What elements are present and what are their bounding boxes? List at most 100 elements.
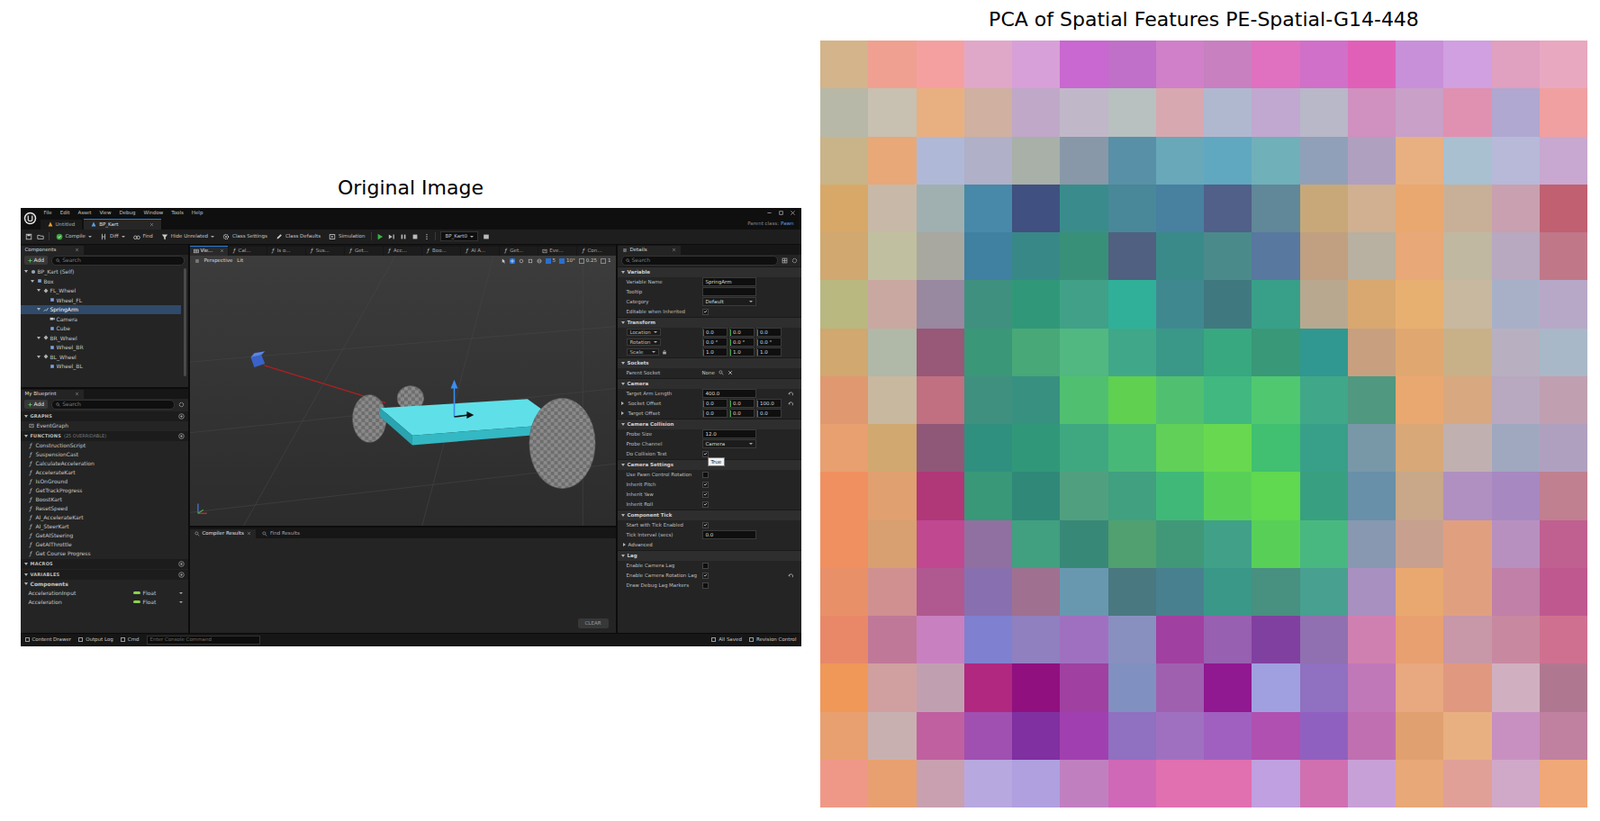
scale-icon[interactable] [527, 258, 534, 264]
toolbar-button[interactable]: Hide Unrelated [159, 233, 217, 241]
more-options-icon[interactable] [423, 233, 431, 241]
blueprint-item[interactable]: ƒCalculateAcceleration [20, 459, 189, 469]
vector-component[interactable]: 0.0 [729, 398, 755, 408]
vector-component[interactable]: 0.0 [756, 408, 782, 418]
blueprint-item[interactable]: ƒGetAIThrottle [20, 540, 189, 550]
close-tab-icon[interactable] [671, 247, 677, 253]
checkbox[interactable] [702, 491, 709, 498]
expander-icon[interactable] [621, 321, 625, 325]
advanced-group[interactable]: Advanced [617, 542, 653, 549]
vector-component[interactable]: 0.0 [702, 408, 728, 418]
snap-setting[interactable]: 0.25 [578, 257, 597, 264]
status-bar-button[interactable]: Revision Control [749, 636, 797, 643]
section-header[interactable]: MACROS [20, 559, 189, 570]
viewport[interactable]: PerspectiveLit510°0.251 [189, 255, 616, 526]
table-view-icon[interactable] [781, 257, 788, 264]
dropdown-field[interactable]: Camera [702, 439, 757, 449]
expander-icon[interactable] [24, 573, 28, 577]
search-field[interactable]: Search [51, 255, 184, 266]
components-tab[interactable]: Components [20, 245, 84, 255]
browse-icon[interactable] [36, 233, 45, 241]
debug-object-dropdown[interactable]: BP_Kart0 [440, 231, 479, 242]
gear-icon[interactable] [178, 401, 185, 408]
status-bar-button[interactable]: Output Log [78, 636, 114, 643]
checkbox[interactable] [702, 471, 709, 479]
blueprint-item[interactable]: AccelerationInputFloat [20, 588, 189, 598]
toolbar-button[interactable]: Class Settings [220, 233, 270, 241]
blueprint-item[interactable]: Components [20, 579, 189, 589]
gear-icon[interactable] [791, 257, 798, 264]
snap-toggle-icon[interactable] [600, 258, 606, 264]
search-field[interactable]: Search [621, 255, 778, 266]
expander-icon[interactable] [24, 415, 28, 418]
expander-icon[interactable] [621, 514, 625, 517]
add-plus-icon[interactable] [178, 571, 185, 579]
graph-tab[interactable]: Vie... [189, 245, 228, 256]
tree-item[interactable]: SpringArm [20, 305, 181, 316]
expander-icon[interactable] [621, 401, 624, 406]
pause-icon[interactable] [399, 233, 407, 241]
graph-tab[interactable]: ƒCal... [228, 246, 267, 256]
stop-icon[interactable] [411, 233, 419, 241]
section-header[interactable]: Variable [617, 266, 802, 278]
expander-icon[interactable] [623, 542, 626, 547]
restore-icon[interactable] [777, 209, 785, 217]
graph-tab[interactable]: ƒGet... [499, 246, 538, 256]
section-header[interactable]: Component Tick [617, 509, 802, 521]
expander-icon[interactable] [43, 316, 48, 322]
expander-icon[interactable] [24, 562, 28, 566]
menu-item[interactable]: Window [144, 209, 164, 217]
vector-component[interactable]: 100.0 [756, 398, 782, 408]
vector-component[interactable]: 0.0 ° [702, 337, 728, 347]
transform-mode-dropdown[interactable]: Location [626, 328, 661, 337]
blueprint-item[interactable]: ƒGet Course Progress [20, 549, 189, 559]
reset-arrow-icon[interactable] [787, 400, 795, 407]
lock-icon[interactable] [661, 349, 668, 355]
world-icon[interactable] [536, 258, 543, 264]
vector-component[interactable]: 1.0 [756, 347, 782, 357]
checkbox[interactable] [702, 522, 709, 529]
status-bar-button[interactable]: Cmd [120, 636, 140, 643]
tree-item[interactable]: BL_Wheel [20, 352, 181, 362]
checkbox[interactable] [702, 481, 709, 489]
blueprint-item[interactable]: ƒGetTrackProgress [20, 486, 189, 496]
debug-select-icon[interactable] [482, 233, 490, 241]
expander-icon[interactable] [36, 288, 42, 293]
section-header[interactable]: Lag [617, 550, 802, 561]
tree-item[interactable]: Camera [20, 314, 181, 325]
add-plus-icon[interactable] [178, 413, 185, 420]
section-header[interactable]: Camera Collision [617, 418, 802, 430]
toolbar-button[interactable]: Compile [54, 233, 95, 241]
text-field[interactable]: 12.0 [702, 429, 757, 439]
translate-icon[interactable] [509, 258, 516, 264]
close-tab-icon[interactable] [149, 222, 154, 227]
graph-tab[interactable]: ƒGet... [344, 246, 383, 256]
graph-tab[interactable]: Eve... [538, 246, 577, 256]
close-tab-icon[interactable] [246, 531, 252, 536]
section-header[interactable]: Camera [617, 378, 802, 389]
section-header[interactable]: Transform [617, 316, 802, 328]
section-header[interactable]: FUNCTIONS(25 OVERRIDABLE) [20, 431, 189, 442]
text-field[interactable]: 400.0 [702, 388, 757, 398]
status-bar-button[interactable]: Content Drawer [25, 636, 73, 643]
tree-item[interactable]: BP_Kart (Self) [20, 267, 181, 278]
viewport-mode-button[interactable]: Lit [236, 257, 244, 264]
tree-item[interactable]: Box [20, 276, 181, 287]
expander-icon[interactable] [621, 554, 625, 558]
vector-component[interactable]: 0.0 [702, 398, 728, 408]
blueprint-item[interactable]: ƒBoostKart [20, 495, 189, 505]
reset-arrow-icon[interactable] [787, 390, 795, 398]
expander-icon[interactable] [621, 361, 625, 365]
expander-icon[interactable] [36, 354, 42, 360]
scrollbar[interactable] [183, 268, 187, 377]
menu-item[interactable]: Tools [171, 209, 184, 217]
blueprint-item[interactable]: ƒSuspensionCast [20, 450, 189, 460]
play-icon[interactable] [376, 233, 384, 241]
expander-icon[interactable] [30, 279, 36, 284]
expander-icon[interactable] [43, 298, 48, 303]
checkbox[interactable] [702, 451, 709, 458]
vector-component[interactable]: 0.0 [702, 327, 728, 337]
magnifier-icon[interactable] [718, 370, 724, 376]
tree-item[interactable]: Cube [20, 324, 181, 335]
expander-icon[interactable] [24, 582, 28, 586]
